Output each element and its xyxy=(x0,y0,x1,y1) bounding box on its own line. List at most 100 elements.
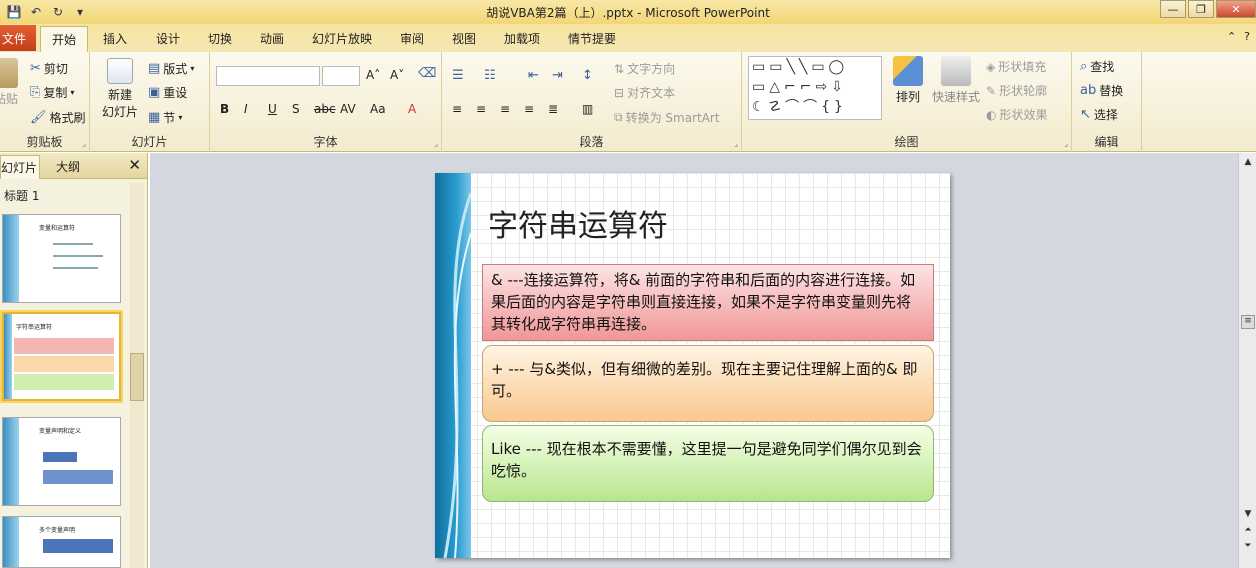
columns-button[interactable]: ▥ xyxy=(582,102,593,116)
change-case-button[interactable]: Aa xyxy=(370,102,386,116)
font-color-button[interactable]: A xyxy=(408,102,416,116)
shape-effects-button[interactable]: ◐ 形状效果 xyxy=(986,106,1048,123)
tab-review[interactable]: 审阅 xyxy=(400,30,424,47)
bold-icon: B xyxy=(220,102,230,116)
text-direction-button[interactable]: ⇅ 文字方向 xyxy=(614,60,675,77)
thumbnail-title: 变量和运算符 xyxy=(39,225,76,232)
thumbnail-line xyxy=(53,243,93,245)
group-slides: 新建 幻灯片 ▤ 版式 ▾ ▣ 重设 ▦ 节 ▾ 幻灯片 xyxy=(90,52,210,152)
dialog-launcher-icon[interactable]: ⌟ xyxy=(1064,139,1068,148)
font-size-input[interactable] xyxy=(322,66,360,86)
close-icon[interactable]: ✕ xyxy=(128,156,141,174)
align-left-button[interactable]: ≡ xyxy=(452,102,462,116)
align-center-button[interactable]: ≡ xyxy=(476,102,486,116)
distribute-button[interactable]: ≣ xyxy=(548,102,558,116)
restore-button[interactable]: ❐ xyxy=(1188,0,1214,18)
collapse-ribbon-icon[interactable]: ⌃ xyxy=(1227,30,1236,43)
grow-font-button[interactable]: A˄ xyxy=(366,68,380,82)
group-clipboard: 粘贴 ✂剪切 ⎘复制▾ 🖌格式刷 剪贴板 ⌟ xyxy=(0,52,90,152)
arrange-button[interactable]: 排列 xyxy=(888,56,928,105)
tab-storyboard[interactable]: 情节提要 xyxy=(568,30,616,47)
tab-animations[interactable]: 动画 xyxy=(260,30,284,47)
group-label-slides: 幻灯片 xyxy=(131,135,168,149)
reset-button[interactable]: ▣ 重设 xyxy=(148,84,187,101)
help-icon[interactable]: ? xyxy=(1244,30,1250,43)
slides-pane-scroll-thumb[interactable] xyxy=(130,353,144,401)
layout-button[interactable]: ▤ 版式 ▾ xyxy=(148,60,194,77)
text-box-like[interactable]: Like --- 现在根本不需要懂，这里提一句是避免同学们偶尔见到会吃惊。 xyxy=(482,425,934,502)
clear-format-button[interactable]: ⌫ xyxy=(418,66,436,81)
shape-outline-button[interactable]: ✎ 形状轮廓 xyxy=(986,82,1047,99)
smartart-button[interactable]: ⧉ 转换为 SmartArt xyxy=(614,109,720,126)
tab-view[interactable]: 视图 xyxy=(452,30,476,47)
bold-button[interactable]: B xyxy=(220,102,229,116)
shrink-font-button[interactable]: A˅ xyxy=(390,68,404,82)
slide-thumbnail[interactable]: 多个变量声明 xyxy=(2,516,121,568)
italic-button[interactable]: I xyxy=(244,102,248,116)
find-button[interactable]: ⌕ 查找 xyxy=(1080,58,1114,75)
tab-home[interactable]: 开始 xyxy=(40,26,88,52)
shrink-font-icon: A˅ xyxy=(390,68,405,82)
cut-button[interactable]: ✂ 剪切 xyxy=(30,60,68,77)
tab-slides[interactable]: 幻灯片 xyxy=(0,155,40,179)
window-title: 胡说VBA第2篇（上）.pptx - Microsoft PowerPoint xyxy=(486,6,770,20)
shape-fill-button[interactable]: ◈ 形状填充 xyxy=(986,58,1046,75)
group-label-paragraph: 段落 xyxy=(579,135,604,149)
shadow-button[interactable]: S xyxy=(292,102,300,116)
tab-transitions[interactable]: 切换 xyxy=(208,30,232,47)
dialog-launcher-icon[interactable]: ⌟ xyxy=(734,139,738,148)
tab-slideshow[interactable]: 幻灯片放映 xyxy=(312,30,372,47)
copy-button[interactable]: ⎘ 复制 ▾ xyxy=(30,84,74,101)
slide-thumbnail[interactable]: 变量和运算符 xyxy=(2,214,121,303)
text-box-plus[interactable]: + --- 与&类似，但有细微的差别。现在主要记住理解上面的& 即可。 xyxy=(482,345,934,422)
bullets-button[interactable]: ☰ xyxy=(452,68,464,83)
underline-button[interactable]: U xyxy=(268,102,277,116)
slide-decoration-bar xyxy=(435,173,473,558)
scroll-down-icon[interactable]: ▼ xyxy=(1241,509,1255,519)
tab-addins[interactable]: 加载项 xyxy=(504,30,540,47)
slide-title[interactable]: 字符串运算符 xyxy=(488,201,668,245)
thumbnail-box xyxy=(14,374,114,390)
dialog-launcher-icon[interactable]: ⌟ xyxy=(434,139,438,148)
close-button[interactable]: ✕ xyxy=(1216,0,1256,18)
strikethrough-button[interactable]: abc xyxy=(314,102,336,116)
editor-scrollbar[interactable]: ▲ ≡ ▼ ⏶ ⏷ xyxy=(1238,153,1256,568)
arrange-icon xyxy=(893,56,923,86)
tab-insert[interactable]: 插入 xyxy=(103,30,127,47)
line-spacing-button[interactable]: ↕ xyxy=(582,68,593,83)
thumbnail-box xyxy=(14,338,114,354)
section-button[interactable]: ▦ 节 ▾ xyxy=(148,109,182,126)
increase-indent-button[interactable]: ⇥ xyxy=(552,68,563,83)
minimize-button[interactable]: — xyxy=(1160,0,1186,18)
slide-thumbnail-selected[interactable]: 字符串运算符 xyxy=(0,310,123,403)
dialog-launcher-icon[interactable]: ⌟ xyxy=(82,139,86,148)
align-right-button[interactable]: ≡ xyxy=(500,102,510,116)
spacing-button[interactable]: AV xyxy=(340,102,356,116)
previous-slide-icon[interactable]: ⏶ xyxy=(1241,525,1255,535)
text-box-ampersand[interactable]: & ---连接运算符，将& 前面的字符串和后面的内容进行连接。如果后面的内容是字… xyxy=(482,264,934,341)
format-painter-button[interactable]: 🖌 格式刷 xyxy=(30,109,86,126)
paste-icon xyxy=(0,58,18,88)
quick-styles-button[interactable]: 快速样式 xyxy=(930,56,982,105)
thumbnail-decoration xyxy=(3,418,19,505)
decrease-indent-button[interactable]: ⇤ xyxy=(528,68,539,83)
scroll-thumb[interactable]: ≡ xyxy=(1241,315,1255,329)
shapes-gallery[interactable]: ▭▭╲╲▭◯ ▭△⌐⌐⇨⇩ ☾☡⌒⌒{} xyxy=(748,56,882,120)
font-name-input[interactable] xyxy=(216,66,320,86)
tab-outline[interactable]: 大纲 xyxy=(56,158,80,175)
scroll-up-icon[interactable]: ▲ xyxy=(1241,157,1255,167)
justify-button[interactable]: ≡ xyxy=(524,102,534,116)
tab-file[interactable]: 文件 xyxy=(0,25,36,51)
new-slide-button[interactable]: 新建 幻灯片 xyxy=(94,58,146,120)
replace-button[interactable]: ab 替换 xyxy=(1080,82,1123,99)
numbering-button[interactable]: ☷ xyxy=(484,68,496,83)
align-text-button[interactable]: ⊟ 对齐文本 xyxy=(614,84,675,101)
section-icon: ▦ xyxy=(148,110,161,125)
tab-design[interactable]: 设计 xyxy=(156,30,180,47)
next-slide-icon[interactable]: ⏷ xyxy=(1241,541,1255,551)
slide-canvas[interactable]: 字符串运算符 & ---连接运算符，将& 前面的字符串和后面的内容进行连接。如果… xyxy=(435,173,950,558)
slide-thumbnail[interactable]: 变量声明和定义 xyxy=(2,417,121,506)
group-editing: ⌕ 查找 ab 替换 ↖ 选择 编辑 xyxy=(1072,52,1142,152)
select-button[interactable]: ↖ 选择 xyxy=(1080,106,1118,123)
paste-button[interactable]: 粘贴 xyxy=(0,58,20,107)
